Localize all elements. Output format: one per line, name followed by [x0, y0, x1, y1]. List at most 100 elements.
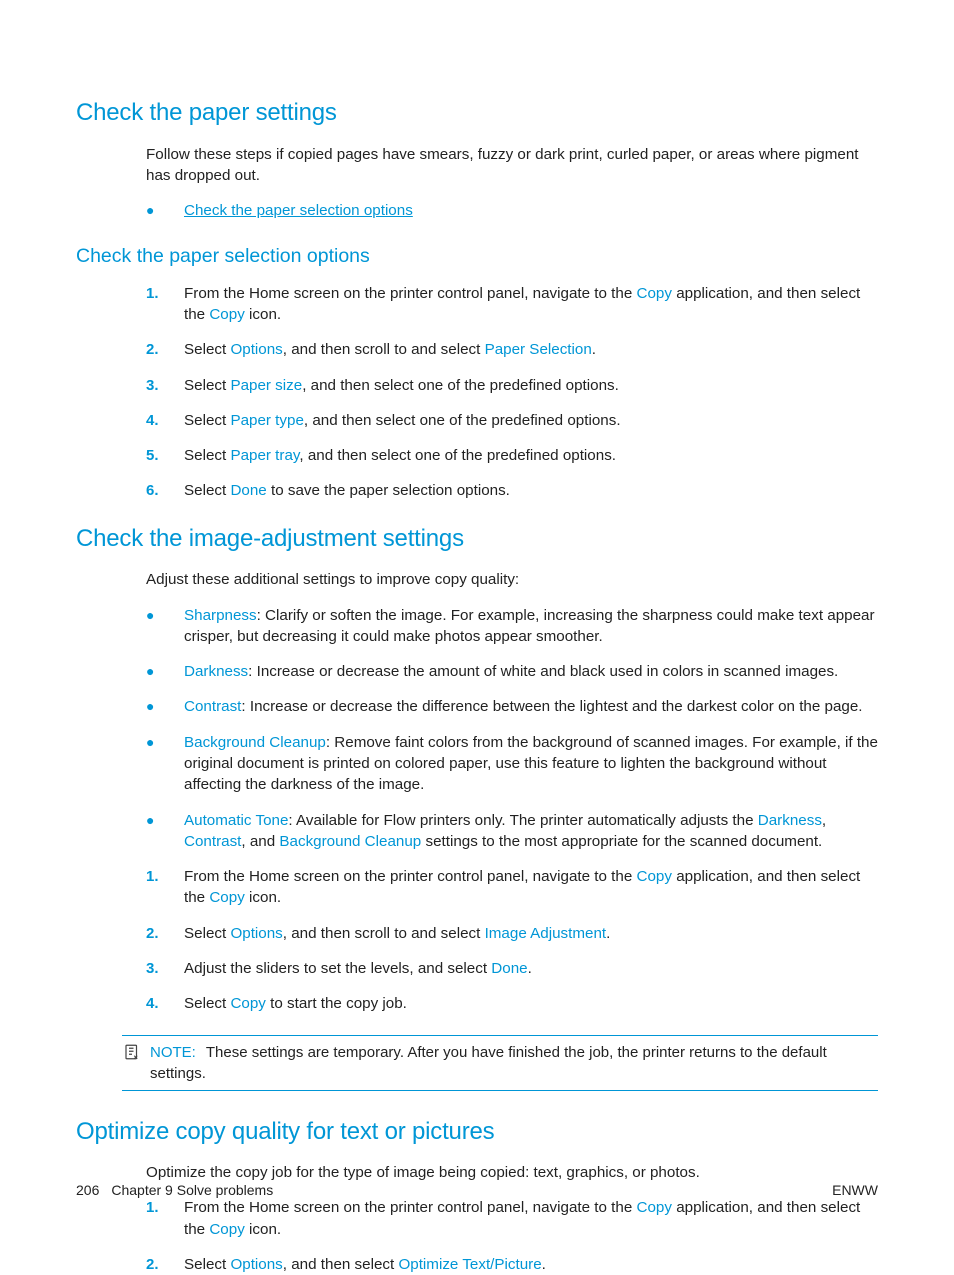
step-number: 6.	[146, 480, 184, 501]
page-footer: 206 Chapter 9 Solve problems ENWW	[76, 1181, 878, 1201]
step-item: 6. Select Done to save the paper selecti…	[146, 480, 878, 501]
ui-term-copy: Copy	[637, 1199, 672, 1216]
link-check-paper-selection-options[interactable]: Check the paper selection options	[184, 200, 413, 221]
step-text: Adjust the sliders to set the levels, an…	[184, 958, 878, 979]
step-text: From the Home screen on the printer cont…	[184, 283, 878, 326]
bullet-item: ● Automatic Tone: Available for Flow pri…	[146, 810, 878, 853]
ui-term-copy: Copy	[209, 889, 244, 906]
bullet-icon: ●	[146, 732, 184, 796]
step-item: 3. Select Paper size, and then select on…	[146, 375, 878, 396]
ui-term-done: Done	[491, 960, 527, 977]
ui-term-paper-tray: Paper tray	[230, 447, 299, 464]
heading-check-paper-selection-options: Check the paper selection options	[76, 243, 878, 270]
document-page: Check the paper settings Follow these st…	[0, 0, 954, 1271]
step-number: 3.	[146, 375, 184, 396]
chapter-label: Chapter 9 Solve problems	[111, 1182, 273, 1198]
ui-term-contrast: Contrast	[184, 698, 241, 715]
bullet-icon: ●	[146, 810, 184, 853]
ui-term-options: Options	[230, 1256, 282, 1273]
step-text: Select Done to save the paper selection …	[184, 480, 878, 501]
ui-term-background-cleanup: Background Cleanup	[184, 734, 326, 751]
ui-term-image-adjustment: Image Adjustment	[485, 925, 607, 942]
toc-bullet-row: ● Check the paper selection options	[146, 200, 878, 221]
ui-term-copy: Copy	[637, 868, 672, 885]
step-number: 5.	[146, 445, 184, 466]
step-number: 1.	[146, 1197, 184, 1240]
ui-term-paper-type: Paper type	[230, 412, 303, 429]
intro-paragraph: Optimize the copy job for the type of im…	[146, 1162, 878, 1183]
step-item: 1. From the Home screen on the printer c…	[146, 866, 878, 909]
step-text: Select Options, and then select Optimize…	[184, 1254, 878, 1275]
step-item: 5. Select Paper tray, and then select on…	[146, 445, 878, 466]
bullet-item: ● Background Cleanup: Remove faint color…	[146, 732, 878, 796]
heading-check-image-adjustment-settings: Check the image-adjustment settings	[76, 522, 878, 556]
page-number: 206	[76, 1182, 99, 1198]
bullet-icon: ●	[146, 696, 184, 717]
step-number: 4.	[146, 410, 184, 431]
footer-right: ENWW	[832, 1181, 878, 1201]
step-number: 1.	[146, 866, 184, 909]
step-number: 1.	[146, 283, 184, 326]
ui-term-darkness: Darkness	[758, 812, 822, 829]
note-label: NOTE:	[150, 1044, 196, 1061]
ui-term-optimize-text-picture: Optimize Text/Picture	[398, 1256, 541, 1273]
bullet-list: ● Sharpness: Clarify or soften the image…	[146, 605, 878, 853]
step-item: 1. From the Home screen on the printer c…	[146, 283, 878, 326]
bullet-text: Background Cleanup: Remove faint colors …	[184, 732, 878, 796]
step-item: 2. Select Options, and then select Optim…	[146, 1254, 878, 1275]
step-text: From the Home screen on the printer cont…	[184, 1197, 878, 1240]
ui-term-darkness: Darkness	[184, 663, 248, 680]
step-item: 2. Select Options, and then scroll to an…	[146, 339, 878, 360]
step-text: Select Paper size, and then select one o…	[184, 375, 878, 396]
step-number: 2.	[146, 923, 184, 944]
note-block: NOTE:These settings are temporary. After…	[122, 1035, 878, 1091]
step-text: Select Copy to start the copy job.	[184, 993, 878, 1014]
ui-term-options: Options	[230, 341, 282, 358]
ui-term-automatic-tone: Automatic Tone	[184, 812, 288, 829]
step-text: Select Options, and then scroll to and s…	[184, 923, 878, 944]
ui-term-background-cleanup: Background Cleanup	[279, 833, 421, 850]
bullet-text: Automatic Tone: Available for Flow print…	[184, 810, 878, 853]
step-item: 4. Select Paper type, and then select on…	[146, 410, 878, 431]
step-item: 4. Select Copy to start the copy job.	[146, 993, 878, 1014]
step-text: Select Paper type, and then select one o…	[184, 410, 878, 431]
step-number: 3.	[146, 958, 184, 979]
note-icon	[122, 1042, 142, 1062]
bullet-icon: ●	[146, 661, 184, 682]
ui-term-sharpness: Sharpness	[184, 607, 257, 624]
ui-term-paper-selection: Paper Selection	[485, 341, 592, 358]
steps-list: 1. From the Home screen on the printer c…	[146, 866, 878, 1014]
step-number: 2.	[146, 1254, 184, 1275]
ui-term-copy: Copy	[209, 1221, 244, 1238]
ui-term-done: Done	[230, 482, 266, 499]
step-number: 4.	[146, 993, 184, 1014]
bullet-text: Contrast: Increase or decrease the diffe…	[184, 696, 878, 717]
bullet-item: ● Sharpness: Clarify or soften the image…	[146, 605, 878, 648]
heading-optimize-copy-quality: Optimize copy quality for text or pictur…	[76, 1115, 878, 1149]
bullet-text: Sharpness: Clarify or soften the image. …	[184, 605, 878, 648]
intro-paragraph: Adjust these additional settings to impr…	[146, 569, 878, 590]
intro-paragraph: Follow these steps if copied pages have …	[146, 144, 878, 187]
step-text: From the Home screen on the printer cont…	[184, 866, 878, 909]
steps-list: 1. From the Home screen on the printer c…	[146, 1197, 878, 1275]
step-item: 1. From the Home screen on the printer c…	[146, 1197, 878, 1240]
ui-term-options: Options	[230, 925, 282, 942]
step-text: Select Paper tray, and then select one o…	[184, 445, 878, 466]
ui-term-paper-size: Paper size	[230, 377, 302, 394]
step-text: Select Options, and then scroll to and s…	[184, 339, 878, 360]
step-item: 2. Select Options, and then scroll to an…	[146, 923, 878, 944]
ui-term-contrast: Contrast	[184, 833, 241, 850]
step-number: 2.	[146, 339, 184, 360]
bullet-icon: ●	[146, 605, 184, 648]
ui-term-copy: Copy	[209, 306, 244, 323]
ui-term-copy: Copy	[637, 285, 672, 302]
note-text: NOTE:These settings are temporary. After…	[150, 1042, 878, 1084]
bullet-item: ● Darkness: Increase or decrease the amo…	[146, 661, 878, 682]
bullet-icon: ●	[146, 200, 184, 221]
bullet-text: Darkness: Increase or decrease the amoun…	[184, 661, 878, 682]
heading-check-paper-settings: Check the paper settings	[76, 96, 878, 130]
ui-term-copy: Copy	[230, 995, 265, 1012]
bullet-item: ● Contrast: Increase or decrease the dif…	[146, 696, 878, 717]
step-item: 3. Adjust the sliders to set the levels,…	[146, 958, 878, 979]
steps-list: 1. From the Home screen on the printer c…	[146, 283, 878, 502]
